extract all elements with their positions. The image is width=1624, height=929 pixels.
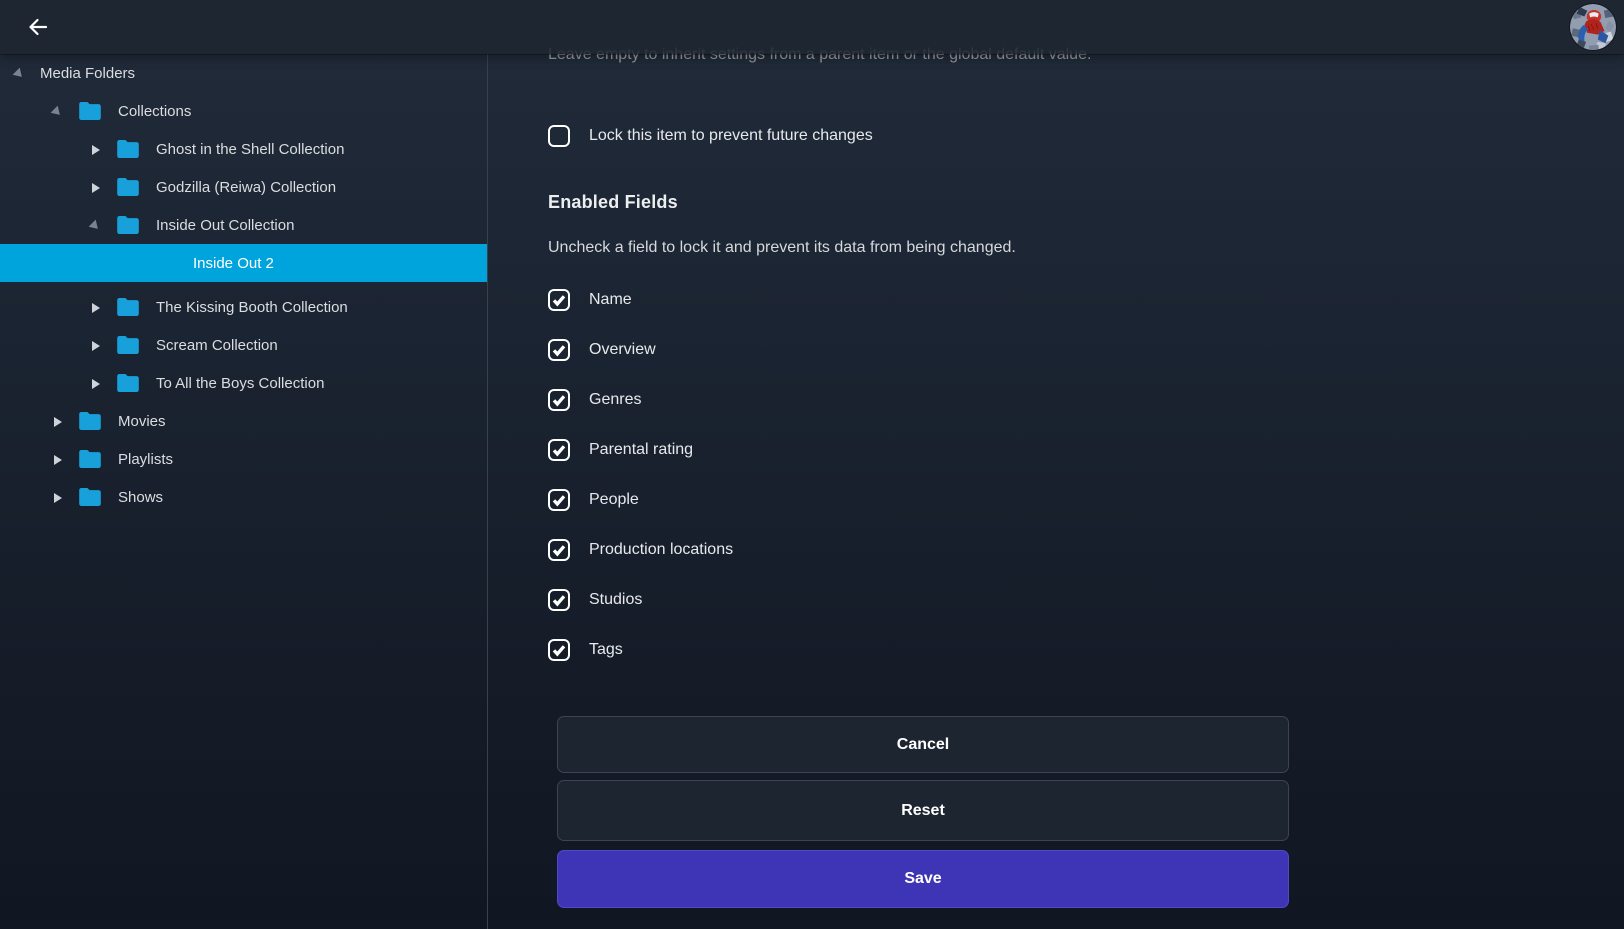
caret-right-icon[interactable] <box>52 491 64 504</box>
lock-item-label: Lock this item to prevent future changes <box>589 127 873 145</box>
tree-item[interactable]: Collections <box>0 92 487 130</box>
field-checkbox[interactable] <box>548 339 570 361</box>
tree-item[interactable]: Shows <box>0 478 487 516</box>
field-checkbox[interactable] <box>548 389 570 411</box>
enabled-field-row[interactable]: Production locations <box>548 539 733 561</box>
caret-right-icon[interactable] <box>90 301 102 314</box>
field-checkbox[interactable] <box>548 489 570 511</box>
tree-item-label: Collections <box>118 103 191 120</box>
caret-expanded-icon[interactable] <box>90 219 102 232</box>
tree-item-label: To All the Boys Collection <box>156 375 324 392</box>
tree-item-label: Scream Collection <box>156 337 278 354</box>
enabled-field-row[interactable]: People <box>548 489 733 511</box>
tree-item-label: Media Folders <box>40 65 135 82</box>
tree-item[interactable]: Playlists <box>0 440 487 478</box>
caret-right-icon[interactable] <box>90 181 102 194</box>
media-folders-sidebar: Media Folders Collections Ghost in the S… <box>0 54 488 929</box>
spiderman-avatar-icon <box>1570 4 1616 50</box>
folder-icon <box>78 449 102 469</box>
field-checkbox[interactable] <box>548 289 570 311</box>
enabled-field-row[interactable]: Overview <box>548 339 733 361</box>
tree-item[interactable]: Movies <box>0 402 487 440</box>
folder-icon <box>116 139 140 159</box>
field-label: Parental rating <box>589 441 693 459</box>
lock-item-checkbox[interactable] <box>548 125 570 147</box>
lock-item-row[interactable]: Lock this item to prevent future changes <box>548 125 873 147</box>
enabled-fields-list: Name Overview Genres Parental rating Peo… <box>548 289 733 689</box>
folder-icon <box>116 177 140 197</box>
tree-item[interactable]: Inside Out 2 <box>0 244 487 282</box>
editor-panel: Leave empty to inherit settings from a p… <box>489 0 1624 929</box>
field-label: People <box>589 491 639 509</box>
field-label: Studios <box>589 591 642 609</box>
folder-icon <box>78 411 102 431</box>
cancel-button[interactable]: Cancel <box>557 716 1289 773</box>
enabled-field-row[interactable]: Parental rating <box>548 439 733 461</box>
field-checkbox[interactable] <box>548 539 570 561</box>
app-header <box>0 0 1624 54</box>
field-label: Genres <box>589 391 641 409</box>
field-checkbox[interactable] <box>548 639 570 661</box>
folder-icon <box>116 373 140 393</box>
caret-expanded-icon[interactable] <box>14 67 26 80</box>
folder-icon <box>116 335 140 355</box>
tree-item-label: The Kissing Booth Collection <box>156 299 348 316</box>
user-avatar[interactable] <box>1570 4 1616 50</box>
tree-item-label: Shows <box>118 489 163 506</box>
caret-right-icon[interactable] <box>52 415 64 428</box>
folder-icon <box>116 215 140 235</box>
enabled-field-row[interactable]: Name <box>548 289 733 311</box>
tree-item-label: Playlists <box>118 451 173 468</box>
enabled-fields-title: Enabled Fields <box>548 192 678 213</box>
caret-right-icon[interactable] <box>90 143 102 156</box>
enabled-field-row[interactable]: Studios <box>548 589 733 611</box>
field-checkbox[interactable] <box>548 439 570 461</box>
enabled-field-row[interactable]: Genres <box>548 389 733 411</box>
caret-expanded-icon[interactable] <box>52 105 64 118</box>
arrow-left-icon <box>26 15 50 39</box>
folder-icon <box>116 297 140 317</box>
tree-item-label: Movies <box>118 413 166 430</box>
caret-right-icon[interactable] <box>90 377 102 390</box>
folder-icon <box>78 487 102 507</box>
metadata-manager-screen: Leave empty to inherit settings from a p… <box>0 0 1624 929</box>
enabled-fields-description: Uncheck a field to lock it and prevent i… <box>548 239 1016 257</box>
tree-item[interactable]: Inside Out Collection <box>0 206 487 244</box>
enabled-field-row[interactable]: Tags <box>548 639 733 661</box>
tree-item-label: Godzilla (Reiwa) Collection <box>156 179 336 196</box>
caret-right-icon[interactable] <box>90 339 102 352</box>
field-checkbox[interactable] <box>548 589 570 611</box>
tree-item[interactable]: Media Folders <box>0 54 487 92</box>
media-tree: Media Folders Collections Ghost in the S… <box>0 54 487 516</box>
save-button[interactable]: Save <box>557 850 1289 908</box>
tree-item-label: Inside Out Collection <box>156 217 294 234</box>
reset-button[interactable]: Reset <box>557 780 1289 841</box>
tree-item[interactable]: To All the Boys Collection <box>0 364 487 402</box>
tree-item[interactable]: Scream Collection <box>0 326 487 364</box>
caret-right-icon[interactable] <box>52 453 64 466</box>
back-button[interactable] <box>23 12 53 42</box>
tree-item-label: Ghost in the Shell Collection <box>156 141 344 158</box>
folder-icon <box>78 101 102 121</box>
tree-item[interactable]: Ghost in the Shell Collection <box>0 130 487 168</box>
tree-item-label: Inside Out 2 <box>193 255 274 272</box>
field-label: Name <box>589 291 632 309</box>
field-label: Production locations <box>589 541 733 559</box>
tree-item[interactable]: Godzilla (Reiwa) Collection <box>0 168 487 206</box>
field-label: Overview <box>589 341 656 359</box>
tree-item[interactable]: The Kissing Booth Collection <box>0 288 487 326</box>
field-label: Tags <box>589 641 623 659</box>
